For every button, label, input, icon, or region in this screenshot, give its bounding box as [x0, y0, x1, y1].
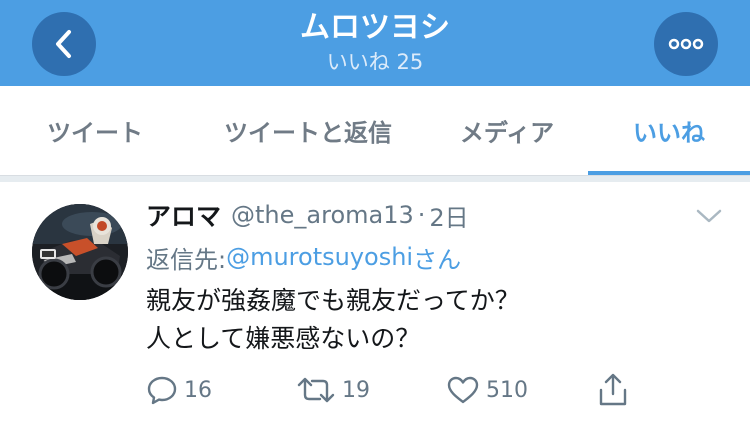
reply-to-line: 返信先: @murotsuyoshi さん: [146, 238, 461, 276]
tab-tweets[interactable]: ツイート: [0, 86, 190, 175]
share-button[interactable]: [596, 368, 630, 412]
author-handle[interactable]: @the_aroma13: [231, 201, 414, 229]
heart-icon: [447, 376, 479, 404]
section-divider: [0, 176, 750, 182]
retweet-count: 19: [342, 377, 370, 403]
profile-tabs: ツイート ツイートと返信 メディア いいね: [0, 86, 750, 175]
like-button[interactable]: 510: [446, 368, 528, 412]
more-horizontal-icon: [668, 38, 704, 50]
motorcycle-avatar-image: [32, 204, 128, 300]
tab-likes[interactable]: いいね: [588, 86, 750, 175]
avatar[interactable]: [32, 204, 128, 300]
reply-to-mention-link[interactable]: @murotsuyoshi: [226, 243, 413, 271]
like-count: 510: [486, 377, 528, 403]
reply-to-label: 返信先:: [146, 245, 227, 274]
tweet-timestamp: 2日: [429, 203, 469, 232]
separator-dot: ·: [417, 201, 426, 229]
reply-button[interactable]: 16: [146, 368, 212, 412]
tweet-text: 親友が強姦魔でも親友だってか？ 人として嫌悪感ないの？: [146, 282, 726, 358]
more-button[interactable]: [654, 12, 718, 76]
retweet-button[interactable]: 19: [296, 368, 370, 412]
page-title: ムロツヨシ: [300, 10, 450, 45]
reply-to-honorific: さん: [413, 245, 462, 274]
comment-icon: [147, 376, 177, 405]
chevron-down-icon: [696, 209, 722, 223]
tab-media[interactable]: メディア: [426, 86, 588, 175]
author-name[interactable]: アロマ: [146, 197, 221, 233]
tweet-text-line: 人として嫌悪感ないの？: [146, 324, 421, 353]
retweet-icon: [297, 377, 335, 403]
tweet-text-line: 親友が強姦魔でも親友だってか？: [146, 286, 520, 315]
tweet-menu-button[interactable]: [694, 204, 724, 228]
profile-header: ムロツヨシ いいね 25: [0, 0, 750, 86]
reply-count: 16: [184, 377, 212, 403]
share-icon: [599, 373, 627, 406]
tab-tweets-and-replies[interactable]: ツイートと返信: [190, 86, 426, 175]
tweet-header: アロマ @the_aroma13 · 2日: [146, 196, 469, 234]
likes-count-subtitle: いいね 25: [326, 50, 424, 74]
